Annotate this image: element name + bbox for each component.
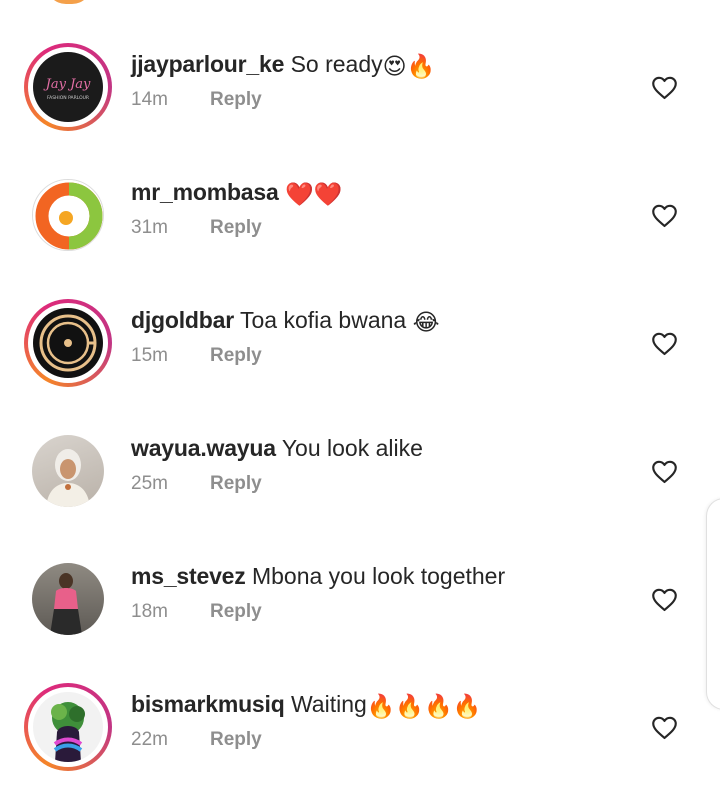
comment-text: Mbona you look together [251,563,506,589]
username[interactable]: ms_stevez [131,563,246,589]
timestamp: 31m [131,217,168,238]
avatar[interactable] [24,171,112,259]
reply-button[interactable]: Reply [210,345,262,366]
comment-item: djgoldbar Toa kofia bwana 😂 15m Reply [0,299,720,427]
avatar[interactable] [24,427,112,515]
reply-button[interactable]: Reply [210,601,262,622]
reply-button[interactable]: Reply [210,217,262,238]
avatar[interactable]: Jay Jay FASHION PARLOUR [24,43,112,131]
comment-text: Waiting [290,691,367,717]
emoji: ❤️ [313,180,343,207]
timestamp: 14m [131,89,168,110]
emoji: 🔥 [366,692,396,719]
heart-outline-icon[interactable] [651,715,678,740]
comment-item: mr_mombasa ❤️❤️ 31m Reply [0,171,720,299]
emoji: 🔥 [452,692,482,719]
heart-outline-icon[interactable] [651,459,678,484]
heart-outline-icon[interactable] [651,587,678,612]
username[interactable]: bismarkmusiq [131,691,285,717]
comment-meta: 18m Reply [131,601,262,623]
heart-outline-icon[interactable] [651,331,678,356]
comment-text: So ready [290,51,383,77]
heart-outline-icon[interactable] [651,203,678,228]
avatar-brand-text: Jay Jay [43,77,91,92]
comment-item: bismarkmusiq Waiting🔥🔥🔥🔥 22m Reply [0,683,720,811]
comment-item: wayua.wayua You look alike 25m Reply [0,427,720,555]
comment-item: Jay Jay FASHION PARLOUR jjayparlour_ke S… [0,43,720,171]
comment-text: You look alike [281,435,423,461]
timestamp: 25m [131,473,168,494]
emoji: 🔥 [424,692,453,719]
comment-meta: 15m Reply [131,345,262,367]
emoji: 🔥 [395,692,425,719]
timestamp: 15m [131,345,168,366]
comment-meta: 22m Reply [131,729,262,751]
comment-meta: 31m Reply [131,217,262,239]
avatar[interactable] [24,299,112,387]
username[interactable]: wayua.wayua [131,435,276,461]
reply-button[interactable]: Reply [210,473,262,494]
comment-meta: 25m Reply [131,473,262,495]
comment-meta: 14m Reply [131,89,262,111]
timestamp: 22m [131,729,168,750]
username[interactable]: djgoldbar [131,307,234,333]
username[interactable]: mr_mombasa [131,179,279,205]
emoji: 😂 [412,308,440,335]
avatar[interactable] [24,555,112,643]
side-drawer-handle[interactable] [706,498,720,710]
emoji: 😍 [382,52,407,79]
username[interactable]: jjayparlour_ke [131,51,284,77]
comment-text-line: bismarkmusiq Waiting🔥🔥🔥🔥 [131,689,481,721]
comment-text-line: mr_mombasa ❤️❤️ [131,177,342,209]
comment-text-line: wayua.wayua You look alike [131,433,423,463]
heart-outline-icon[interactable] [651,75,678,100]
avatar[interactable] [24,683,112,771]
comment-text-line: jjayparlour_ke So ready😍🔥 [131,49,435,81]
timestamp: 18m [131,601,168,622]
comment-text-line: ms_stevez Mbona you look together [131,561,505,591]
emoji: ❤️ [284,180,314,207]
avatar-brand-subtext: FASHION PARLOUR [47,95,89,101]
reply-button[interactable]: Reply [210,729,262,750]
previous-avatar-fragment [46,0,92,4]
reply-button[interactable]: Reply [210,89,262,110]
emoji: 🔥 [406,52,436,79]
comment-item: ms_stevez Mbona you look together 18m Rep… [0,555,720,683]
comment-text: Toa kofia bwana [239,307,407,333]
comment-text-line: djgoldbar Toa kofia bwana 😂 [131,305,439,337]
